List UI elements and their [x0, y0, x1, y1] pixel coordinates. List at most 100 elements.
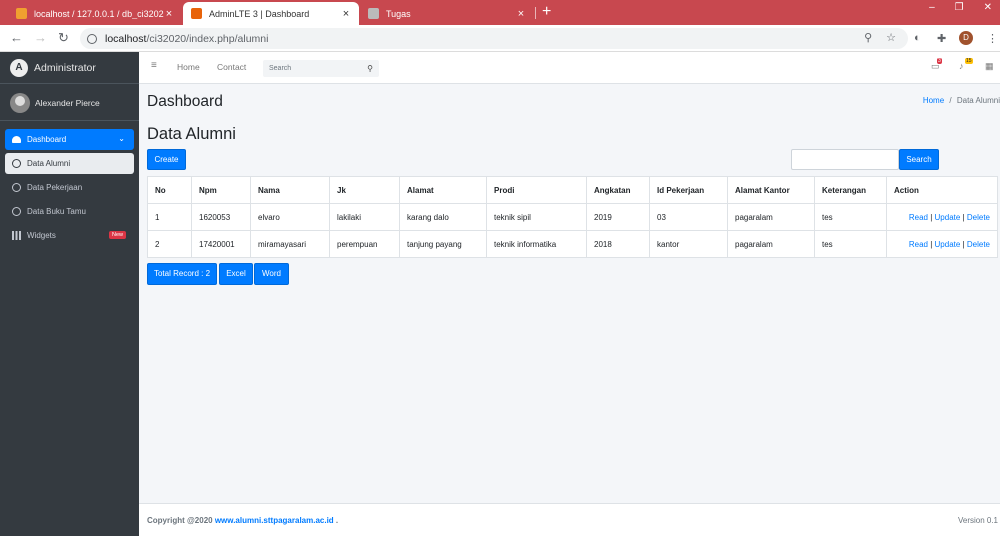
brand-link[interactable]: A Administrator	[0, 52, 139, 84]
footer: Copyright @2020 www.alumni.sttpagaralam.…	[139, 503, 1000, 536]
cell-no: 2	[147, 230, 192, 258]
tab-close-icon[interactable]: ×	[341, 8, 351, 20]
cell-npm: 1620053	[191, 203, 251, 231]
browser-toolbar: ← → ↻ localhost/ci32020/index.php/alumni…	[0, 25, 1000, 52]
read-link[interactable]: Read	[909, 240, 928, 249]
create-button[interactable]: Create	[147, 149, 186, 170]
avatar	[10, 92, 30, 113]
table-header-row: No Npm Nama Jk Alamat Prodi Angkatan Id …	[147, 176, 998, 204]
sidebar-item-label: Data Alumni	[27, 159, 71, 168]
word-button[interactable]: Word	[254, 263, 289, 285]
column-header: Nama	[250, 176, 330, 204]
copyright-text: Copyright @2020	[147, 516, 213, 525]
column-header: Keterangan	[814, 176, 887, 204]
document-favicon-icon	[368, 8, 379, 19]
window-controls: – ❐ ✕	[929, 2, 992, 13]
sidebar-item-label: Data Pekerjaan	[27, 183, 83, 192]
footer-site-link[interactable]: www.alumni.sttpagaralam.ac.id	[215, 516, 334, 525]
tab-phpmyadmin[interactable]: localhost / 127.0.0.1 / db_ci32020 ×	[8, 2, 182, 25]
excel-button[interactable]: Excel	[219, 263, 253, 285]
search-button[interactable]: Search	[899, 149, 939, 170]
column-header: Alamat	[399, 176, 487, 204]
column-header: Id Pekerjaan	[649, 176, 728, 204]
extension-icon[interactable]: ◐	[914, 32, 921, 44]
column-header: Npm	[191, 176, 251, 204]
cell-alamat: tanjung payang	[399, 230, 487, 258]
sidebar-item-dashboard[interactable]: Dashboard ⌄	[5, 129, 134, 150]
puzzle-extensions-icon[interactable]: ✚	[937, 32, 946, 45]
column-header: Alamat Kantor	[727, 176, 815, 204]
messages-icon[interactable]: ▭ 3	[931, 58, 942, 72]
menu-kebab-icon[interactable]: ⋮	[987, 32, 998, 45]
user-panel[interactable]: Alexander Pierce	[0, 85, 139, 121]
breadcrumb: Home / Data Alumni	[923, 96, 1000, 105]
hamburger-menu-icon[interactable]: ≡	[151, 60, 157, 71]
column-header: Prodi	[486, 176, 587, 204]
zoom-icon[interactable]: ⚲	[864, 31, 872, 44]
new-tab-button[interactable]: +	[542, 3, 551, 21]
column-header: Angkatan	[586, 176, 650, 204]
user-name: Alexander Pierce	[35, 97, 100, 108]
footer-copyright: Copyright @2020 www.alumni.sttpagaralam.…	[147, 516, 338, 525]
alumni-table: No Npm Nama Jk Alamat Prodi Angkatan Id …	[147, 176, 998, 258]
notifications-badge: 15	[965, 58, 973, 64]
top-navbar: ≡ Home Contact Search ⚲ ▭ 3 ♪ 15 ▦	[139, 52, 1000, 84]
total-record-button[interactable]: Total Record : 2	[147, 263, 217, 285]
breadcrumb-separator: /	[949, 96, 952, 105]
search-icon[interactable]: ⚲	[367, 60, 373, 77]
back-arrow-icon[interactable]: ←	[10, 30, 23, 45]
tab-title: AdminLTE 3 | Dashboard	[209, 8, 310, 19]
omnibox-actions: ⚲ ☆	[864, 31, 896, 44]
sidebar-item-data-buku-tamu[interactable]: Data Buku Tamu	[5, 201, 134, 222]
navbar-search-input[interactable]: Search ⚲	[263, 60, 379, 77]
tab-close-icon[interactable]: ×	[164, 8, 174, 20]
cell-jk: lakilaki	[329, 203, 400, 231]
info-icon[interactable]	[87, 33, 97, 44]
forward-arrow-icon[interactable]: →	[34, 30, 47, 45]
address-bar[interactable]: localhost/ci32020/index.php/alumni ⚲ ☆	[80, 28, 908, 49]
sidebar-item-data-alumni[interactable]: Data Alumni	[5, 153, 134, 174]
delete-link[interactable]: Delete	[967, 213, 990, 222]
section-title: Data Alumni	[147, 125, 236, 143]
sidebar: A Administrator Alexander Pierce Dashboa…	[0, 52, 139, 536]
breadcrumb-home[interactable]: Home	[923, 96, 944, 105]
cell-angkatan: 2018	[586, 230, 650, 258]
action-separator: |	[962, 239, 965, 249]
circle-icon	[12, 159, 21, 168]
dashboard-icon	[12, 136, 21, 143]
sidebar-item-label: Data Buku Tamu	[27, 207, 86, 216]
cell-no: 1	[147, 203, 192, 231]
cell-prodi: teknik informatika	[486, 230, 587, 258]
action-separator: |	[930, 212, 933, 222]
apps-grid-icon[interactable]: ▦	[985, 61, 994, 72]
action-separator: |	[962, 212, 965, 222]
nav-contact-link[interactable]: Contact	[217, 62, 246, 72]
delete-link[interactable]: Delete	[967, 240, 990, 249]
update-link[interactable]: Update	[935, 240, 961, 249]
search-input[interactable]	[791, 149, 899, 170]
widgets-icon	[12, 231, 21, 240]
tab-tugas[interactable]: Tugas ×	[360, 2, 534, 25]
bookmark-star-icon[interactable]: ☆	[886, 31, 896, 44]
tab-title: Tugas	[386, 8, 411, 19]
tab-close-icon[interactable]: ×	[516, 8, 526, 20]
nav-home-link[interactable]: Home	[177, 62, 200, 72]
notifications-bell-icon[interactable]: ♪ 15	[959, 58, 973, 71]
profile-avatar[interactable]: D	[959, 31, 973, 45]
reload-icon[interactable]: ↻	[58, 30, 69, 46]
minimize-icon[interactable]: –	[929, 2, 935, 13]
brand-logo-icon: A	[10, 58, 28, 77]
adminlte-favicon-icon	[191, 8, 202, 19]
maximize-icon[interactable]: ❐	[955, 2, 964, 13]
cell-prodi: teknik sipil	[486, 203, 587, 231]
url-host: localhost	[105, 32, 147, 45]
close-window-icon[interactable]: ✕	[984, 2, 992, 13]
tab-adminlte[interactable]: AdminLTE 3 | Dashboard ×	[183, 2, 359, 25]
update-link[interactable]: Update	[935, 213, 961, 222]
cell-alamat-kantor: pagaralam	[727, 230, 815, 258]
cell-id-pekerjaan: kantor	[649, 230, 728, 258]
sidebar-item-widgets[interactable]: Widgets New	[5, 225, 134, 246]
cell-nama: miramayasari	[250, 230, 330, 258]
read-link[interactable]: Read	[909, 213, 928, 222]
sidebar-item-data-pekerjaan[interactable]: Data Pekerjaan	[5, 177, 134, 198]
